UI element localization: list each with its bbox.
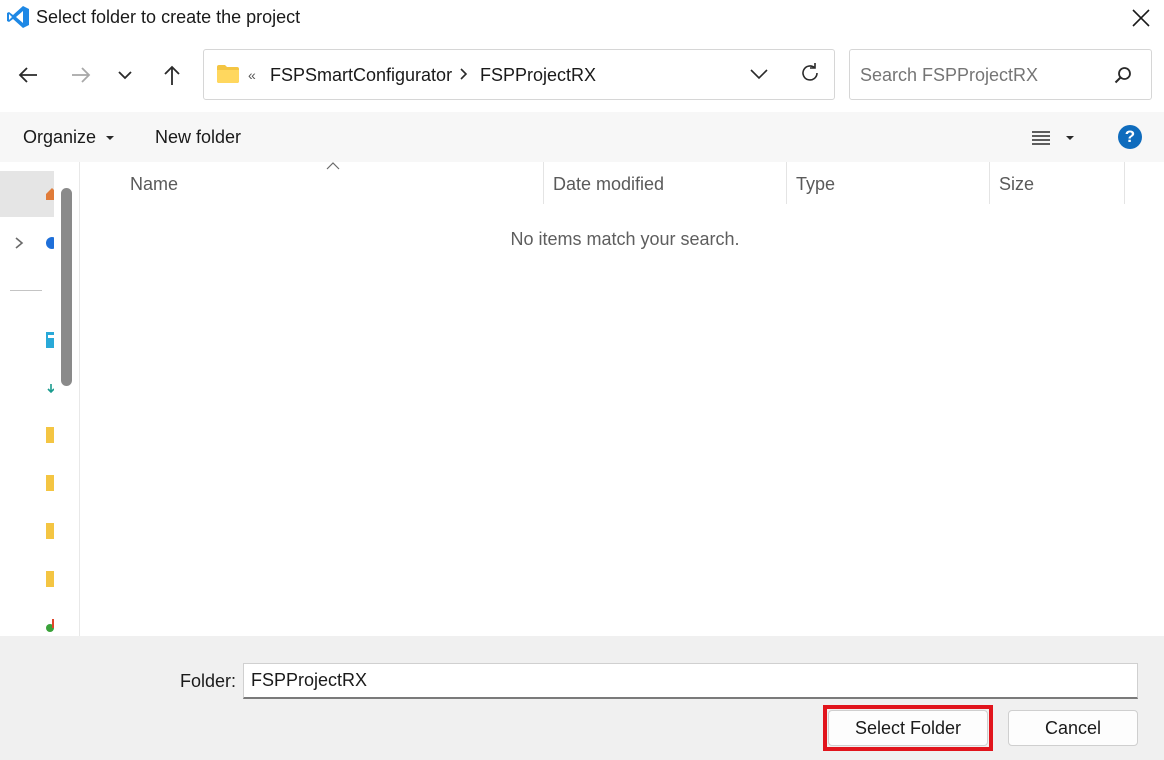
- folder-icon[interactable]: [46, 475, 54, 491]
- close-button[interactable]: [1118, 0, 1164, 36]
- list-view-icon: [1032, 131, 1050, 145]
- search-icon: [1114, 67, 1131, 84]
- new-folder-button[interactable]: New folder: [155, 127, 241, 148]
- help-icon: ?: [1124, 127, 1136, 146]
- up-arrow-icon: [164, 65, 180, 85]
- recent-locations-button[interactable]: [110, 60, 140, 90]
- refresh-button[interactable]: [798, 61, 822, 90]
- breadcrumb-overflow[interactable]: «: [248, 67, 256, 83]
- chevron-right-icon: [15, 237, 24, 249]
- view-options-button[interactable]: [1030, 127, 1080, 149]
- folder-icon[interactable]: [46, 571, 54, 587]
- chevron-right-icon: [460, 68, 468, 80]
- window-title: Select folder to create the project: [36, 7, 301, 27]
- music-icon[interactable]: [45, 617, 54, 633]
- caret-down-icon: [1066, 136, 1074, 140]
- cancel-button[interactable]: Cancel: [1008, 710, 1138, 746]
- breadcrumb-item[interactable]: FSPProjectRX: [480, 65, 596, 86]
- refresh-icon: [802, 63, 818, 81]
- highlight-box: [823, 705, 993, 751]
- downloads-icon[interactable]: [46, 380, 54, 396]
- navigation-pane: [0, 162, 54, 636]
- cloud-drive-icon[interactable]: [45, 236, 54, 250]
- help-button[interactable]: ?: [1118, 125, 1142, 149]
- chevron-down-icon: [750, 69, 768, 80]
- close-icon: [1132, 9, 1150, 27]
- column-divider[interactable]: [989, 162, 990, 204]
- column-divider[interactable]: [786, 162, 787, 204]
- column-divider[interactable]: [1124, 162, 1125, 204]
- column-divider[interactable]: [543, 162, 544, 204]
- address-history-button[interactable]: [749, 66, 769, 87]
- search-input[interactable]: [858, 58, 1102, 92]
- expand-chevron[interactable]: [12, 235, 26, 256]
- breadcrumb-separator: [458, 64, 470, 89]
- sort-ascending-icon: [326, 162, 340, 170]
- desktop-icon[interactable]: [45, 331, 54, 349]
- organize-label: Organize: [23, 127, 97, 147]
- caret-down-icon: [106, 136, 115, 141]
- chevron-down-icon: [118, 71, 132, 80]
- column-header-type[interactable]: Type: [796, 174, 835, 195]
- forward-button[interactable]: [66, 60, 96, 90]
- column-header-name[interactable]: Name: [130, 174, 178, 195]
- folder-label: Folder:: [180, 671, 237, 691]
- search-box[interactable]: [849, 49, 1152, 100]
- empty-state-message: No items match your search.: [510, 229, 740, 249]
- nav-divider: [10, 290, 42, 291]
- address-bar[interactable]: « FSPSmartConfigurator FSPProjectRX: [203, 49, 835, 100]
- folder-name-input[interactable]: [243, 663, 1138, 699]
- column-header-date-modified[interactable]: Date modified: [553, 174, 664, 195]
- back-arrow-icon: [18, 67, 37, 83]
- up-button[interactable]: [157, 60, 187, 90]
- forward-arrow-icon: [72, 67, 91, 83]
- back-button[interactable]: [13, 60, 43, 90]
- vscode-icon: [6, 5, 30, 29]
- folder-icon[interactable]: [46, 427, 54, 443]
- scrollbar-thumb[interactable]: [61, 188, 72, 386]
- home-icon: [46, 188, 54, 200]
- organize-menu[interactable]: Organize: [23, 127, 115, 148]
- column-header-size[interactable]: Size: [999, 174, 1034, 195]
- folder-icon: [217, 65, 239, 83]
- breadcrumb-item[interactable]: FSPSmartConfigurator: [270, 65, 452, 86]
- nav-item-home-selected[interactable]: [0, 171, 54, 217]
- folder-icon[interactable]: [46, 523, 54, 539]
